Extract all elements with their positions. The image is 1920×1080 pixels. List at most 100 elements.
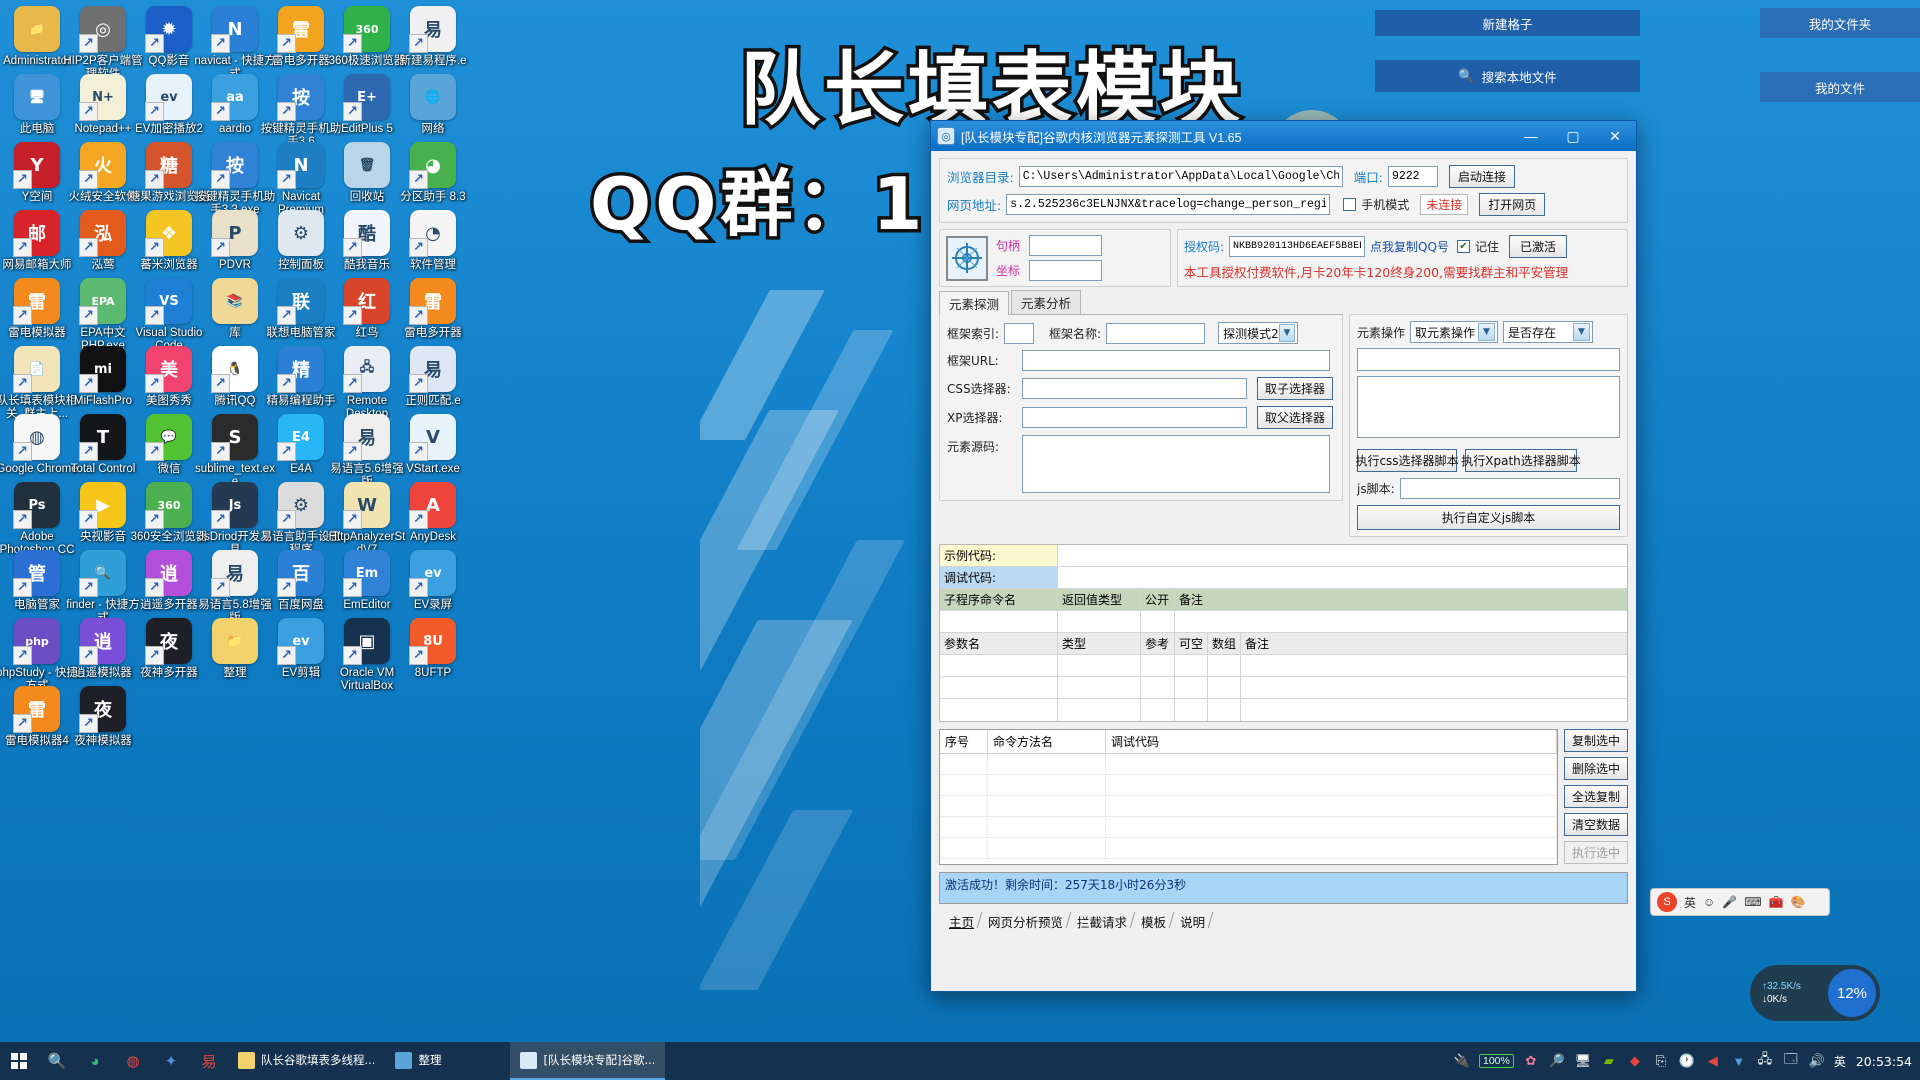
nvidia-icon[interactable]: ▰ (1600, 1052, 1618, 1070)
palette-icon[interactable]: 🎨 (1791, 895, 1806, 909)
windows-start-icon[interactable] (0, 1042, 38, 1080)
run-css-script-button[interactable]: 执行css选择器脚本 (1355, 449, 1459, 472)
tab-element-analyze[interactable]: 元素分析 (1011, 290, 1082, 314)
window-titlebar[interactable]: ◎ [队长模块专配]谷歌内核浏览器元素探测工具 V1.65 — ▢ ✕ (931, 121, 1636, 151)
list-action-button[interactable]: 删除选中 (1564, 757, 1628, 780)
sub-data-row[interactable] (940, 611, 1627, 633)
network-icon[interactable]: 🖧 (1756, 1051, 1774, 1070)
speaker-icon[interactable]: 🔊 (1808, 1052, 1826, 1070)
auth-code-input[interactable] (1229, 236, 1366, 257)
mic-icon[interactable]: 🎤 (1722, 895, 1737, 909)
browser-dir-input[interactable] (1018, 166, 1343, 187)
list-item[interactable] (940, 796, 1557, 817)
list-action-button[interactable]: 全选复制 (1564, 785, 1628, 808)
get-parent-selector-button[interactable]: 取父选择器 (1257, 406, 1333, 429)
frame-index-input[interactable] (1004, 322, 1035, 344)
list-item[interactable] (940, 838, 1557, 859)
mobile-mode-checkbox[interactable] (1343, 198, 1357, 211)
exists-select[interactable]: 是否存在 ▼ (1503, 321, 1594, 343)
magnifier-icon[interactable]: 🔎 (1548, 1052, 1566, 1070)
display-icon[interactable]: 🗔 (1782, 1051, 1800, 1070)
desktop-icon[interactable]: ev ↗ EV录屏 (392, 550, 474, 612)
keyboard-icon[interactable]: ⌨ (1744, 895, 1761, 909)
handle-input[interactable] (1029, 235, 1102, 256)
start-connect-button[interactable]: 启动连接 (1448, 165, 1515, 188)
bottom-tab[interactable]: 网页分析预览 (980, 910, 1069, 933)
url-input[interactable] (1006, 194, 1331, 215)
bottom-tab[interactable]: 模板 (1133, 910, 1172, 933)
copy-qq-link[interactable]: 点我复制QQ号 (1370, 238, 1449, 255)
desktop-icon[interactable]: V ↗ VStart.exe (392, 414, 474, 476)
edge-icon[interactable]: ◕ (76, 1042, 114, 1080)
network-speed-widget[interactable]: ↑32.5K/s ↓0K/s 12% (1750, 965, 1880, 1021)
flower-icon[interactable]: ✿ (1522, 1052, 1540, 1070)
taskbar-task[interactable]: 队长谷歌填表多线程... (228, 1042, 385, 1080)
element-op-select[interactable]: 取元素操作 ▼ (1410, 321, 1499, 343)
js-script-input[interactable] (1399, 478, 1620, 499)
desktop-icon[interactable]: A ↗ AnyDesk (392, 482, 474, 544)
frame-name-input[interactable] (1106, 322, 1206, 344)
desktop-icon[interactable]: 8U ↗ 8UFTP (392, 618, 474, 680)
element-source-textarea[interactable] (1022, 435, 1330, 493)
detect-mode-select[interactable]: 探测模式2 ▼ (1218, 322, 1299, 344)
activated-button[interactable]: 已激活 (1508, 235, 1567, 258)
plug-icon[interactable]: 🔌 (1453, 1052, 1471, 1070)
desktop-icon[interactable]: 🌐 网络 (392, 74, 474, 136)
my-folder-button[interactable]: 我的文件夹 (1760, 8, 1920, 38)
ime-toolbar[interactable]: S 英 ☺ 🎤 ⌨ 🧰 🎨 (1650, 888, 1830, 916)
close-button[interactable]: ✕ (1594, 121, 1636, 151)
shield-red-icon[interactable]: ◆ (1626, 1052, 1644, 1070)
toolbox-icon[interactable]: 🧰 (1769, 895, 1784, 909)
bottom-tab[interactable]: 说明 (1172, 910, 1211, 933)
security-icon[interactable]: ▼ (1730, 1052, 1748, 1070)
list-item[interactable] (940, 817, 1557, 838)
desktop-icon[interactable]: 易 ↗ 新建易程序.e (392, 6, 474, 68)
desktop-icon[interactable]: 易 ↗ 正则匹配.e (392, 346, 474, 408)
css-selector-input[interactable] (1022, 378, 1247, 399)
list-action-button[interactable]: 复制选中 (1564, 729, 1628, 752)
minimize-button[interactable]: — (1510, 121, 1552, 151)
clock-icon[interactable]: 🕐 (1678, 1052, 1696, 1070)
ime-lang-label[interactable]: 英 (1684, 894, 1696, 911)
volume-red-icon[interactable]: ◀ (1704, 1052, 1722, 1070)
port-input[interactable] (1387, 166, 1438, 187)
my-files-button[interactable]: 我的文件 (1760, 72, 1920, 102)
new-cell-button[interactable]: 新建格子 (1375, 10, 1640, 36)
maximize-button[interactable]: ▢ (1552, 121, 1594, 151)
taskbar-task[interactable]: [队长模块专配]谷歌... (510, 1042, 666, 1080)
crosshair-target-icon[interactable] (946, 235, 988, 281)
sogou-ime-icon[interactable]: S (1657, 892, 1677, 912)
tab-element-detect[interactable]: 元素探测 (939, 291, 1010, 315)
desktop-icon[interactable]: ◔ ↗ 软件管理 (392, 210, 474, 272)
list-item[interactable] (940, 775, 1557, 796)
bluetooth-icon[interactable]: ✦ (152, 1042, 190, 1080)
op-input[interactable] (1357, 348, 1620, 371)
coord-input[interactable] (1029, 260, 1102, 281)
command-listview[interactable]: 序号 命令方法名 调试代码 (939, 729, 1558, 865)
search-icon[interactable]: 🔍 (38, 1042, 76, 1080)
bottom-tab[interactable]: 拦截请求 (1069, 910, 1133, 933)
desktop-icon[interactable]: 雷 ↗ 雷电多开器 (392, 278, 474, 340)
xp-selector-input[interactable] (1022, 407, 1247, 428)
desktop-icon[interactable]: ◕ ↗ 分区助手 8.3 (392, 142, 474, 204)
search-local-files-button[interactable]: 🔍 搜索本地文件 (1375, 60, 1640, 92)
run-custom-js-button[interactable]: 执行自定义js脚本 (1357, 505, 1620, 530)
open-page-button[interactable]: 打开网页 (1479, 193, 1546, 216)
monitor-icon[interactable]: 🖥 (1574, 1052, 1592, 1070)
taskbar-task[interactable]: 整理 (385, 1042, 510, 1080)
bottom-tab[interactable]: 主页 (941, 910, 980, 933)
frame-url-input[interactable] (1022, 350, 1330, 371)
chrome-icon[interactable]: ◍ (114, 1042, 152, 1080)
remember-checkbox[interactable]: ✔ (1456, 240, 1470, 253)
battery-indicator[interactable]: 100% (1478, 1054, 1514, 1068)
smiley-icon[interactable]: ☺ (1703, 895, 1715, 909)
param-row[interactable] (940, 699, 1627, 721)
list-item[interactable] (940, 754, 1557, 775)
param-row[interactable] (940, 677, 1627, 699)
taskbar-lang[interactable]: 英 (1834, 1053, 1846, 1070)
op-result-textarea[interactable] (1357, 376, 1620, 438)
param-row[interactable] (940, 655, 1627, 677)
run-xpath-script-button[interactable]: 执行Xpath选择器脚本 (1461, 449, 1581, 472)
get-child-selector-button[interactable]: 取子选择器 (1257, 377, 1333, 400)
taskbar-clock[interactable]: 20:53:54 (1854, 1054, 1912, 1069)
